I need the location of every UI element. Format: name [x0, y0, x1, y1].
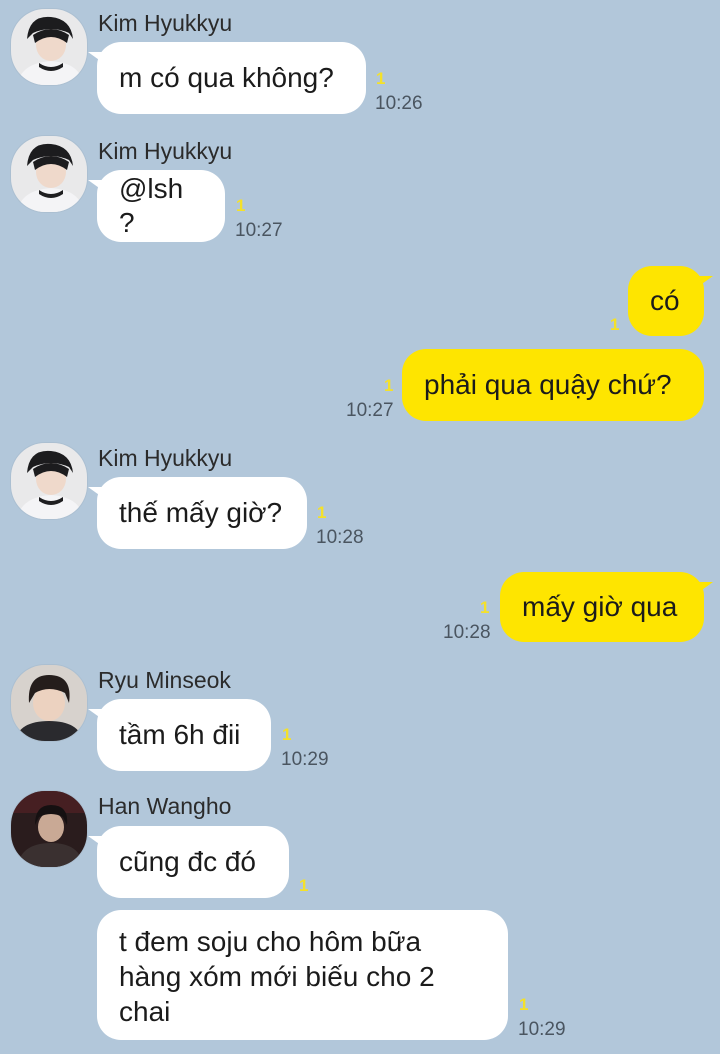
message-text-line: chai: [119, 996, 171, 1027]
message-time: 10:26: [375, 93, 423, 114]
message-bubble[interactable]: thế mấy giờ?: [88, 477, 307, 549]
message-bubble[interactable]: tầm 6h đii: [88, 699, 271, 771]
message-time: 10:28: [443, 622, 491, 643]
sender-name: Kim Hyukkyu: [98, 10, 233, 36]
message-bubble[interactable]: mấy giờ qua: [500, 572, 713, 642]
message-bubble[interactable]: cũng đc đó: [88, 826, 289, 898]
message-text: có: [650, 285, 680, 316]
unread-count: 1: [236, 196, 246, 215]
unread-count: 1: [299, 876, 309, 895]
avatar-ryu-minseok[interactable]: [11, 665, 87, 741]
message-bubble[interactable]: phải qua quậy chứ?: [402, 349, 704, 421]
sender-name: Kim Hyukkyu: [98, 445, 233, 471]
message-text: thế mấy giờ?: [119, 497, 283, 528]
message-text-line: hàng xóm mới biếu cho 2: [119, 961, 435, 992]
unread-count: 1: [610, 315, 620, 334]
unread-count: 1: [376, 69, 386, 88]
message-time: 10:27: [346, 400, 394, 421]
unread-count: 1: [384, 376, 394, 395]
message-bubble[interactable]: m có qua không?: [88, 42, 366, 114]
message-text: phải qua quậy chứ?: [424, 369, 672, 400]
message-time: 10:28: [316, 527, 364, 548]
message-text: m có qua không?: [119, 62, 334, 93]
message-text: tầm 6h đii: [119, 719, 241, 750]
sender-name: Ryu Minseok: [98, 667, 231, 693]
message-text-line: t đem soju cho hôm bữa: [119, 926, 422, 957]
message-bubble[interactable]: t đem soju cho hôm bữa hàng xóm mới biếu…: [97, 910, 508, 1040]
message-time: 10:27: [235, 220, 283, 241]
message-bubble[interactable]: @lsh ?: [88, 170, 225, 242]
avatar-kim-hyukkyu[interactable]: [11, 443, 87, 519]
unread-count: 1: [519, 995, 529, 1014]
unread-count: 1: [480, 598, 490, 617]
unread-count: 1: [282, 725, 292, 744]
message-text: @lsh ?: [119, 173, 184, 238]
message-time: 10:29: [281, 749, 329, 770]
message-text: cũng đc đó: [119, 846, 256, 877]
avatar-han-wangho[interactable]: [11, 791, 87, 867]
message-text: mấy giờ qua: [522, 591, 678, 622]
message-time: 10:29: [518, 1019, 566, 1040]
message-bubble[interactable]: có: [628, 266, 713, 336]
sender-name: Kim Hyukkyu: [98, 138, 233, 164]
avatar-kim-hyukkyu[interactable]: [11, 9, 87, 85]
sender-name: Han Wangho: [98, 793, 232, 819]
unread-count: 1: [317, 503, 327, 522]
avatar-kim-hyukkyu[interactable]: [11, 136, 87, 212]
